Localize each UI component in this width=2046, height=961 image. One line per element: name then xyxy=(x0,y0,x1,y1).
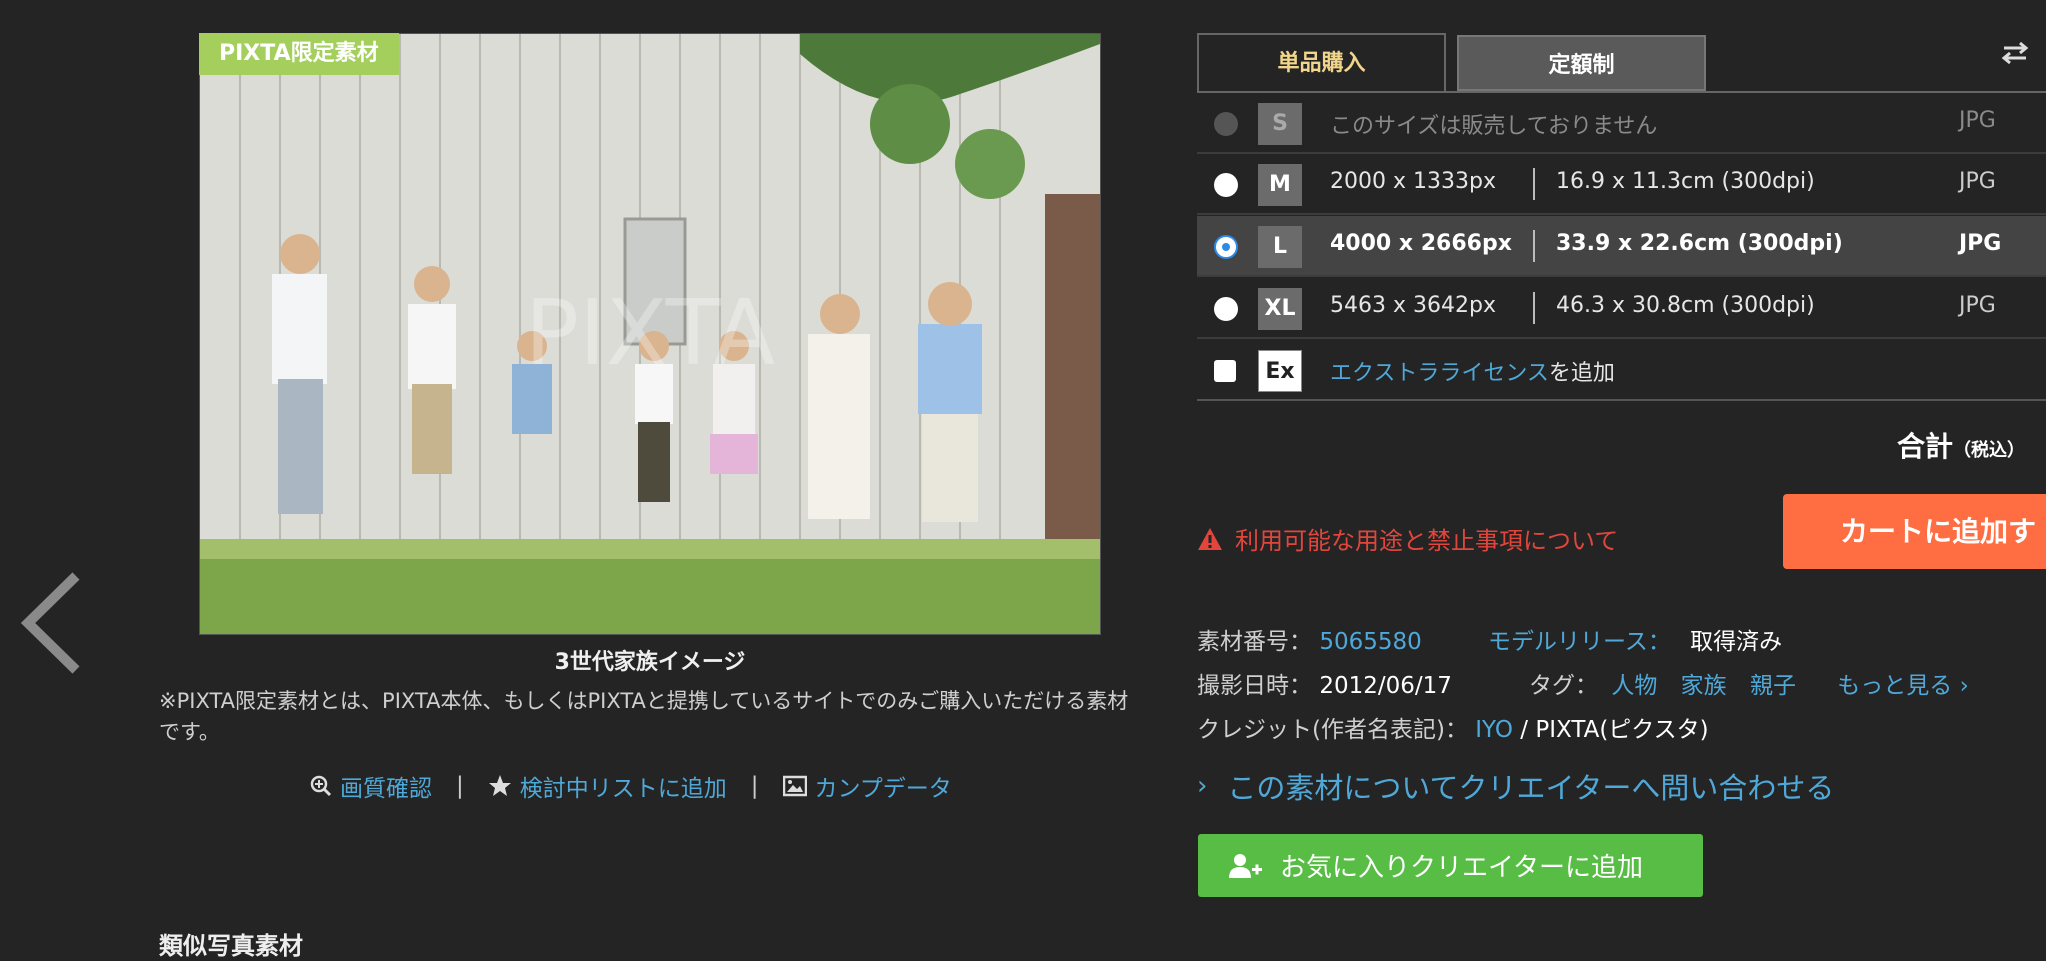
comp-data-link[interactable]: カンプデータ xyxy=(782,769,952,803)
extra-license-code: Ex xyxy=(1258,350,1302,392)
add-to-cart-button[interactable]: カートに追加す xyxy=(1783,494,2046,569)
tools-separator: | xyxy=(456,773,464,799)
credit-row: クレジット(作者名表記)： IYO / PIXTA(ピクスタ) xyxy=(1197,710,1709,744)
size-radio-xl[interactable] xyxy=(1214,297,1238,321)
total-tax: （税込） xyxy=(1953,440,2026,461)
image-icon xyxy=(782,775,807,797)
extra-license-text: エクストラライセンスを追加 xyxy=(1330,355,1615,387)
zoom-icon xyxy=(310,775,332,797)
size-pixels: 5463 x 3642px xyxy=(1330,293,1496,318)
photo-tools: 画質確認 | 検討中リストに追加 | カンプデータ xyxy=(310,769,952,803)
comp-data-label: カンプデータ xyxy=(814,776,952,802)
add-user-icon xyxy=(1229,853,1262,878)
size-print: 46.3 x 30.8cm (300dpi) xyxy=(1556,293,1815,318)
size-radio-s xyxy=(1214,112,1238,136)
credit-site: PIXTA(ピクスタ) xyxy=(1535,717,1709,743)
size-divider xyxy=(1533,292,1535,324)
size-format: JPG xyxy=(1959,108,1996,133)
credit-author-link[interactable]: IYO xyxy=(1475,717,1513,743)
watermark: PIXTA xyxy=(525,281,775,386)
size-code-xl: XL xyxy=(1258,288,1302,330)
quality-check-link[interactable]: 画質確認 xyxy=(310,769,432,803)
extra-license-link[interactable]: エクストラライセンス xyxy=(1330,361,1549,386)
extra-license-row[interactable]: Ex エクストラライセンスを追加 xyxy=(1197,340,2046,401)
more-tags-link[interactable]: もっと見る › xyxy=(1837,673,1969,699)
size-format: JPG xyxy=(1959,293,1996,318)
size-format: JPG xyxy=(1959,231,2002,256)
total-label: 合計（税込） xyxy=(1897,425,2025,465)
usage-warning-text: 利用可能な用途と禁止事項について xyxy=(1235,527,1619,555)
model-release-label[interactable]: モデルリリース： xyxy=(1488,629,1671,655)
credit-separator: / xyxy=(1520,717,1529,743)
size-radio-l[interactable] xyxy=(1214,235,1238,259)
model-release-value: 取得済み xyxy=(1690,629,1783,655)
tab-subscription[interactable]: 定額制 xyxy=(1457,35,1706,91)
tags-label: タグ： xyxy=(1529,673,1598,699)
contact-creator-link[interactable]: › この素材についてクリエイターへ問い合わせる xyxy=(1197,765,1834,807)
wishlist-label: 検討中リストに追加 xyxy=(519,776,727,802)
limited-badge: PIXTA限定素材 xyxy=(199,33,399,75)
size-print: 16.9 x 11.3cm (300dpi) xyxy=(1556,169,1815,194)
swap-icon[interactable] xyxy=(2000,40,2040,66)
family-photo-image: PIXTA xyxy=(200,34,1100,634)
size-row-m[interactable]: M 2000 x 1333px 16.9 x 11.3cm (300dpi) J… xyxy=(1197,154,2046,215)
model-release-row: モデルリリース： 取得済み xyxy=(1488,622,1782,656)
tab-single-purchase[interactable]: 単品購入 xyxy=(1197,33,1446,91)
previous-arrow-icon[interactable] xyxy=(18,568,88,678)
size-divider xyxy=(1533,168,1535,200)
extra-license-checkbox[interactable] xyxy=(1214,360,1236,382)
size-format: JPG xyxy=(1959,169,1996,194)
size-pixels: 4000 x 2666px xyxy=(1330,231,1512,256)
total-text: 合計 xyxy=(1897,430,1954,463)
tag-link[interactable]: 親子 xyxy=(1750,673,1796,699)
extra-license-suffix: を追加 xyxy=(1548,361,1615,386)
product-photo[interactable]: PIXTA xyxy=(199,33,1101,635)
size-radio-m[interactable] xyxy=(1214,173,1238,197)
shoot-date-label: 撮影日時： xyxy=(1197,673,1312,699)
tag-link[interactable]: 家族 xyxy=(1681,673,1727,699)
shoot-date-value: 2012/06/17 xyxy=(1319,673,1452,699)
photo-title: 3世代家族イメージ xyxy=(554,650,746,675)
contact-creator-text: この素材についてクリエイターへ問い合わせる xyxy=(1227,771,1835,805)
credit-label: クレジット(作者名表記)： xyxy=(1197,717,1468,743)
tag-link[interactable]: 人物 xyxy=(1611,673,1657,699)
material-id-label: 素材番号： xyxy=(1197,629,1312,655)
material-id-value[interactable]: 5065580 xyxy=(1319,629,1421,655)
tools-separator: | xyxy=(750,773,759,799)
quality-check-label: 画質確認 xyxy=(340,776,432,802)
size-code-s: S xyxy=(1258,103,1302,145)
size-print: 33.9 x 22.6cm (300dpi) xyxy=(1556,231,1843,256)
tags-row: タグ： 人物 家族 親子 もっと見る › xyxy=(1529,666,1969,700)
usage-warning-link[interactable]: 利用可能な用途と禁止事項について xyxy=(1197,521,1618,556)
similar-heading: 類似写真素材 xyxy=(159,932,303,960)
chevron-right-icon: › xyxy=(1197,771,1208,801)
add-favorite-creator-label: お気に入りクリエイターに追加 xyxy=(1280,853,1643,883)
material-id-row: 素材番号： 5065580 xyxy=(1197,622,1422,656)
more-tags-label: もっと見る xyxy=(1837,673,1953,699)
size-row-s: S このサイズは販売しておりません JPG xyxy=(1197,93,2046,154)
size-divider xyxy=(1533,230,1535,262)
size-row-xl[interactable]: XL 5463 x 3642px 46.3 x 30.8cm (300dpi) … xyxy=(1197,278,2046,339)
wishlist-link[interactable]: 検討中リストに追加 xyxy=(488,769,727,803)
limited-note: ※PIXTA限定素材とは、PIXTA本体、もしくはPIXTAと提携しているサイト… xyxy=(159,689,1129,744)
chevron-right-icon: › xyxy=(1959,673,1969,699)
size-unavailable-text: このサイズは販売しておりません xyxy=(1330,114,1658,139)
add-favorite-creator-button[interactable]: お気に入りクリエイターに追加 xyxy=(1198,834,1703,897)
size-code-l: L xyxy=(1258,226,1302,268)
warning-icon xyxy=(1198,527,1222,550)
shoot-date-row: 撮影日時： 2012/06/17 xyxy=(1197,666,1452,700)
star-icon xyxy=(488,775,511,796)
size-pixels: 2000 x 1333px xyxy=(1330,169,1496,194)
size-code-m: M xyxy=(1258,164,1302,206)
size-row-l[interactable]: L 4000 x 2666px 33.9 x 22.6cm (300dpi) J… xyxy=(1197,216,2046,277)
